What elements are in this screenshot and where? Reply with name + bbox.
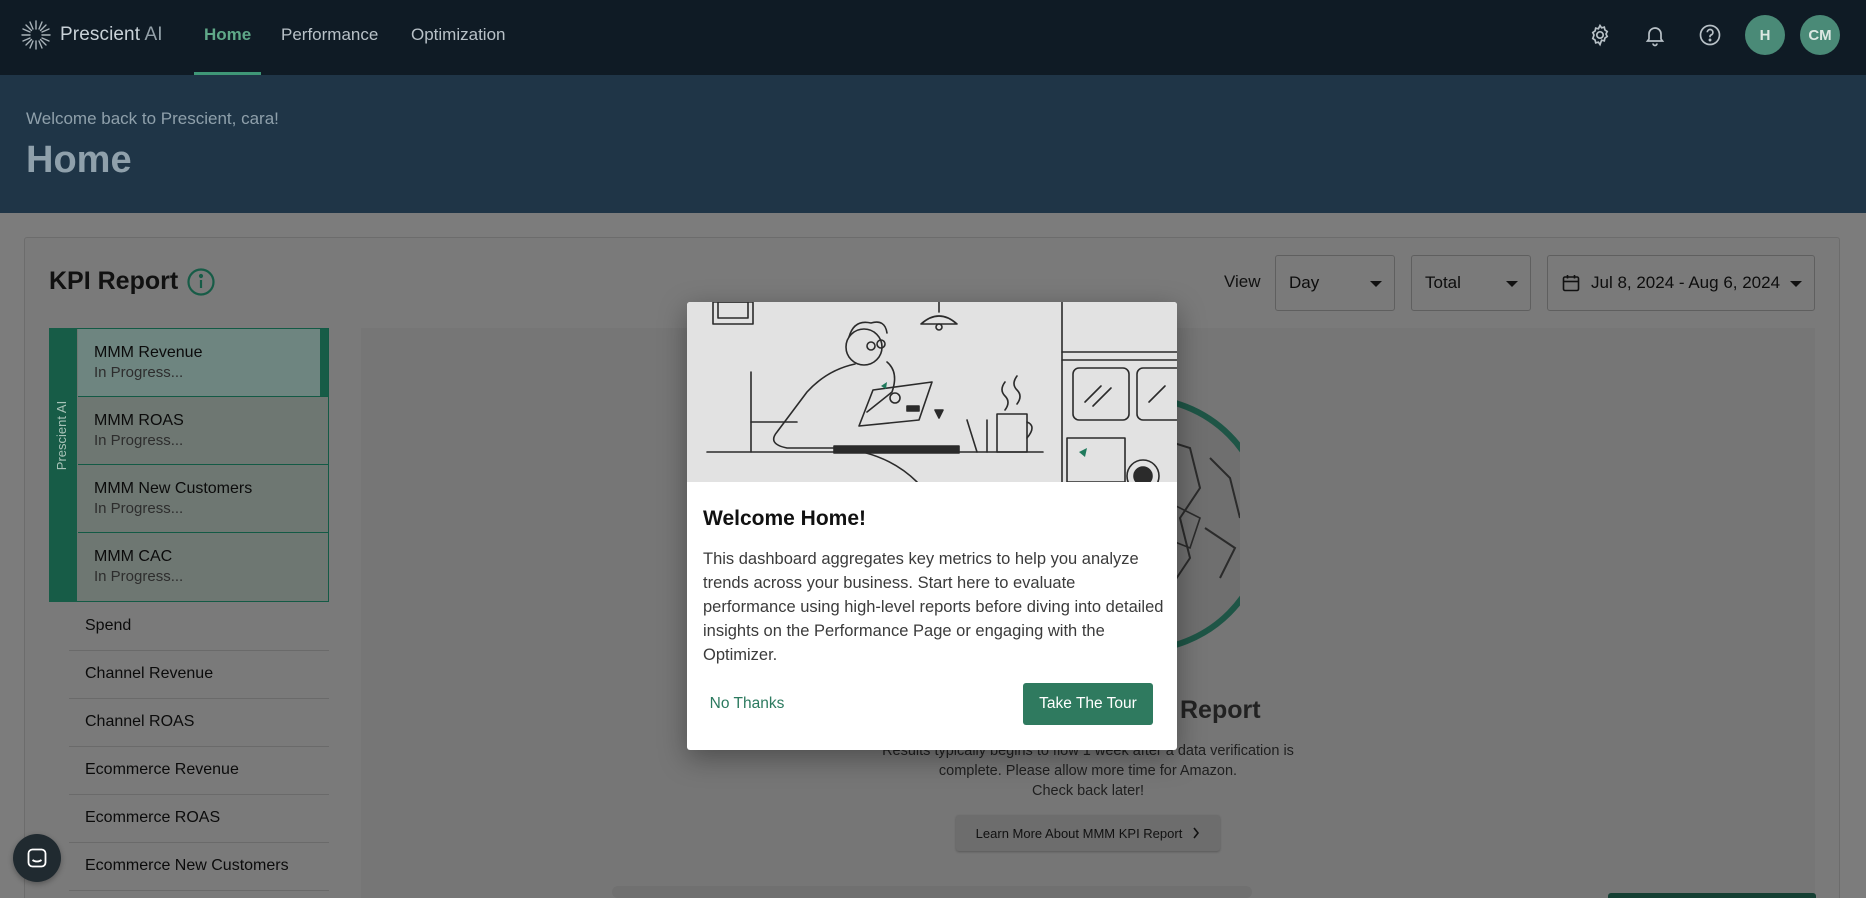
welcome-modal: Welcome Home! This dashboard aggregates … <box>687 302 1177 750</box>
gear-icon[interactable] <box>1582 17 1618 53</box>
kpi-item-status: In Progress... <box>94 364 184 381</box>
kpi-item-label: MMM New Customers <box>94 480 253 497</box>
modal-title: Welcome Home! <box>703 507 866 530</box>
chevron-right-icon <box>1193 827 1200 839</box>
kpi-item-status: In Progress... <box>94 500 184 517</box>
aggregation-select[interactable]: Total <box>1411 255 1531 311</box>
caret-down-icon <box>1370 281 1382 287</box>
page-title: Home <box>26 139 132 181</box>
date-range-value: Jul 8, 2024 - Aug 6, 2024 <box>1591 273 1781 292</box>
welcome-illustration <box>687 302 1177 482</box>
prescient-logo-icon <box>21 20 51 50</box>
view-label: View <box>1224 272 1261 291</box>
empty-state-title: Report <box>1180 696 1261 724</box>
bell-icon[interactable] <box>1637 17 1673 53</box>
kpi-item-label: Ecommerce Revenue <box>85 761 239 778</box>
take-the-tour-button[interactable]: Take The Tour <box>1023 683 1153 725</box>
chat-launcher-button[interactable] <box>13 834 61 882</box>
kpi-item-mmm-roas[interactable]: MMM ROAS In Progress... <box>78 397 328 465</box>
welcome-band: Welcome back to Prescient, cara! Home <box>0 75 1866 213</box>
group-side-label: Prescient AI <box>49 328 77 602</box>
kpi-item-label: Channel Revenue <box>85 665 214 682</box>
kpi-item-label: MMM CAC <box>94 548 173 565</box>
calendar-icon <box>1562 275 1580 292</box>
date-range-picker[interactable]: Jul 8, 2024 - Aug 6, 2024 <box>1547 255 1815 311</box>
top-navbar: Prescient AI Home Performance Optimizati… <box>0 0 1866 75</box>
help-icon[interactable] <box>1692 17 1728 53</box>
aggregation-select-value: Total <box>1425 273 1461 292</box>
bottom-button-edge[interactable] <box>1608 893 1816 898</box>
caret-down-icon <box>1506 281 1518 287</box>
kpi-item-mmm-revenue[interactable]: MMM Revenue In Progress... <box>78 329 328 397</box>
kpi-item-spend[interactable]: Spend <box>69 603 329 651</box>
view-select-value: Day <box>1289 273 1320 292</box>
avatar-h[interactable]: H <box>1745 15 1785 55</box>
caret-down-icon <box>1790 281 1802 287</box>
info-icon[interactable] <box>186 267 216 297</box>
bottom-panel-edge <box>612 886 1252 898</box>
kpi-report-title: KPI Report <box>49 267 179 295</box>
chat-icon <box>27 848 47 868</box>
tab-home[interactable]: Home <box>193 0 262 75</box>
kpi-item-ecommerce-new-customers[interactable]: Ecommerce New Customers <box>69 843 329 891</box>
modal-body: This dashboard aggregates key metrics to… <box>703 550 1164 664</box>
view-select[interactable]: Day <box>1275 255 1395 311</box>
kpi-item-label: MMM Revenue <box>94 344 203 361</box>
kpi-item-ecommerce-revenue[interactable]: Ecommerce Revenue <box>69 747 329 795</box>
kpi-item-label: MMM ROAS <box>94 412 184 429</box>
kpi-item-mmm-cac[interactable]: MMM CAC In Progress... <box>78 533 328 601</box>
kpi-item-mmm-new-customers[interactable]: MMM New Customers In Progress... <box>78 465 328 533</box>
kpi-item-channel-roas[interactable]: Channel ROAS <box>69 699 329 747</box>
brand-name: Prescient AI <box>60 24 163 45</box>
kpi-item-label: Spend <box>85 617 132 634</box>
kpi-item-status: In Progress... <box>94 432 184 449</box>
tab-performance[interactable]: Performance <box>281 0 378 75</box>
kpi-item-channel-revenue[interactable]: Channel Revenue <box>69 651 329 699</box>
empty-state-description: Results typically begins to flow 1 week … <box>882 743 1294 799</box>
learn-more-button[interactable]: Learn More About MMM KPI Report <box>956 815 1220 851</box>
learn-more-label: Learn More About MMM KPI Report <box>975 825 1183 841</box>
welcome-subtitle: Welcome back to Prescient, cara! <box>26 109 279 128</box>
kpi-item-label: Ecommerce New Customers <box>85 857 289 874</box>
brand-logo[interactable]: Prescient AI <box>20 17 163 53</box>
kpi-item-label: Ecommerce ROAS <box>85 809 221 826</box>
kpi-item-status: In Progress... <box>94 568 184 585</box>
no-thanks-button[interactable]: No Thanks <box>703 683 791 725</box>
kpi-item-ecommerce-roas[interactable]: Ecommerce ROAS <box>69 795 329 843</box>
kpi-item-label: Channel ROAS <box>85 713 195 730</box>
avatar-cm[interactable]: CM <box>1800 15 1840 55</box>
tab-optimization[interactable]: Optimization <box>411 0 505 75</box>
